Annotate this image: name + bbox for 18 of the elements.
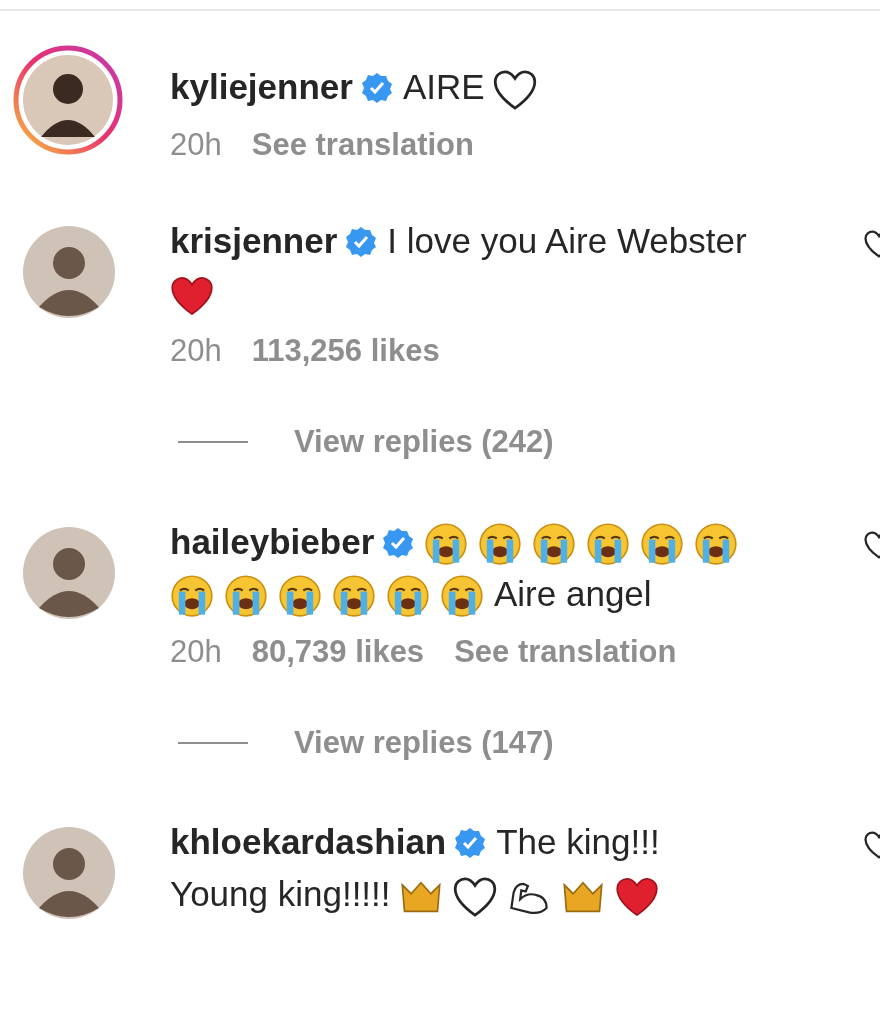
- username-link[interactable]: krisjenner: [170, 221, 338, 260]
- view-replies-link[interactable]: View replies (147): [294, 719, 554, 766]
- meta-link[interactable]: See translation: [454, 631, 677, 672]
- username-link[interactable]: khloekardashian: [170, 822, 447, 861]
- meta-link[interactable]: 113,256 likes: [251, 331, 440, 371]
- timestamp: 20h: [170, 632, 222, 671]
- meta-link[interactable]: 80,739 likes: [251, 631, 425, 672]
- comment-text: The king!!!: [496, 821, 660, 863]
- comment-text: Young king!!!!!: [170, 873, 391, 915]
- comment-text: AIRE: [402, 66, 485, 108]
- meta-link[interactable]: See translation: [251, 125, 474, 165]
- comment-text: I love you Aire Webster: [387, 220, 747, 262]
- timestamp: 20h: [170, 126, 222, 164]
- timestamp: 20h: [170, 332, 222, 370]
- comment-text: Aire angel: [494, 572, 652, 615]
- username-link[interactable]: kyliejenner: [170, 67, 353, 106]
- view-replies-link[interactable]: View replies (242): [294, 419, 554, 466]
- username-link[interactable]: haileybieber: [170, 521, 375, 561]
